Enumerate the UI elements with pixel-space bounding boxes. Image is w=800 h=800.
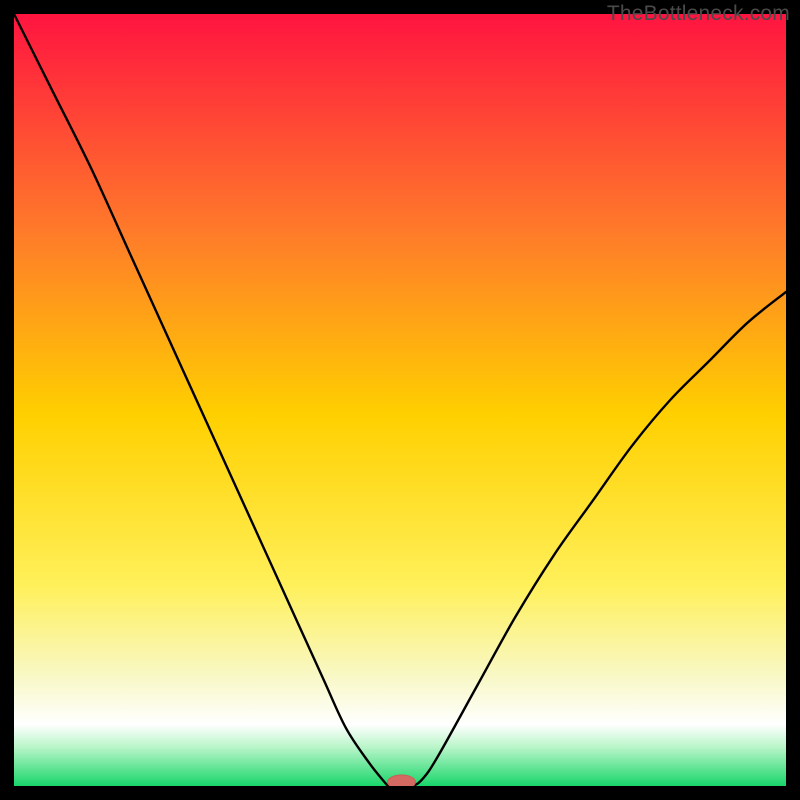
chart-stage: TheBottleneck.com xyxy=(0,0,800,800)
plot-svg xyxy=(14,14,786,786)
optimal-marker xyxy=(388,775,416,786)
watermark-text: TheBottleneck.com xyxy=(607,2,790,26)
plot-area xyxy=(14,14,786,786)
